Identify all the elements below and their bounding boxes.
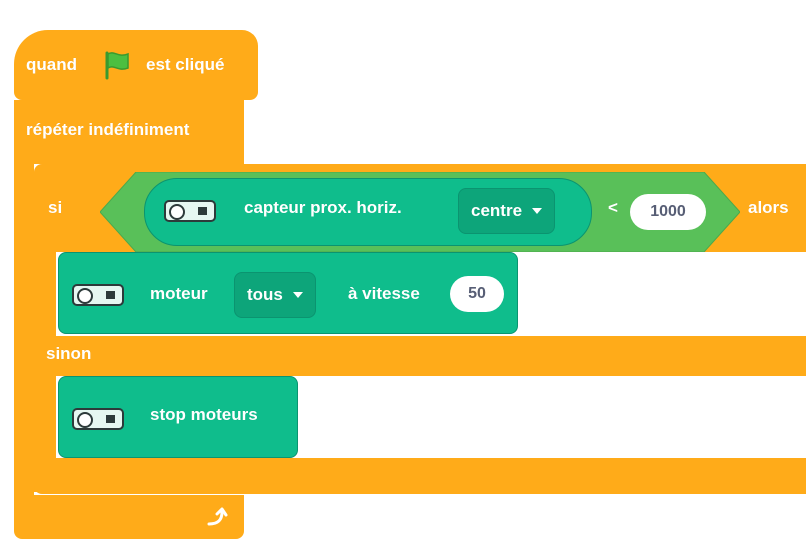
speed-input[interactable]: 50	[450, 276, 504, 312]
is-clicked-label: est cliqué	[146, 55, 225, 74]
green-flag-icon	[105, 51, 129, 80]
threshold-input[interactable]: 1000	[630, 194, 706, 230]
stop-motors-label: stop moteurs	[150, 405, 258, 424]
if-label: si	[48, 198, 63, 217]
loop-arrow-icon	[207, 507, 228, 526]
sensor-dropdown-value: centre	[471, 201, 523, 220]
else-label: sinon	[46, 344, 92, 363]
motor-dropdown-value: tous	[247, 285, 283, 304]
motor-label: moteur	[150, 284, 208, 303]
forever-arm	[14, 164, 34, 514]
sensor-dropdown[interactable]: centre	[458, 188, 556, 234]
proximity-sensor-label: capteur prox. horiz.	[244, 198, 402, 217]
robot-icon	[72, 408, 124, 430]
motor-dropdown[interactable]: tous	[234, 272, 316, 318]
forever-label: répéter indéfiniment	[26, 120, 190, 139]
chevron-down-icon	[532, 208, 543, 214]
speed-label: à vitesse	[348, 284, 420, 303]
operator-symbol: <	[608, 198, 618, 217]
when-label: quand	[26, 55, 77, 74]
chevron-down-icon	[292, 292, 303, 298]
robot-icon	[164, 200, 216, 222]
robot-icon	[72, 284, 124, 306]
then-label: alors	[748, 198, 789, 217]
else-bar	[34, 336, 806, 376]
if-else-bottom-bar	[34, 458, 806, 494]
